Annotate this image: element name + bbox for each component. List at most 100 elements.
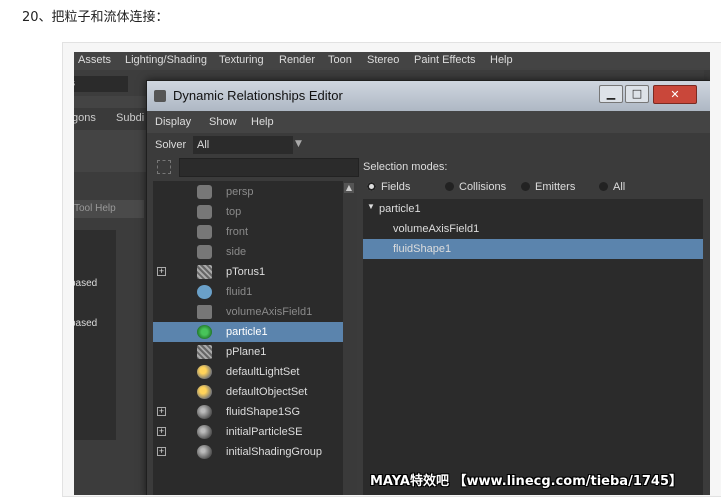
maya-menubar: Assets Lighting/Shading Texturing Render…: [74, 52, 710, 70]
menu-help[interactable]: Help: [490, 54, 513, 66]
menu-render[interactable]: Render: [279, 54, 315, 66]
shelf-tab-subdiv[interactable]: Subdi: [116, 112, 144, 124]
tool-list: based based: [74, 230, 116, 440]
outliner-row[interactable]: particle1: [153, 322, 343, 342]
minimize-button[interactable]: ▁: [599, 85, 623, 103]
outliner-row[interactable]: + initialParticleSE: [153, 422, 343, 442]
outliner-label: particle1: [226, 326, 268, 338]
expand-icon[interactable]: +: [157, 427, 166, 436]
maximize-button[interactable]: □: [625, 85, 649, 103]
expand-icon[interactable]: +: [157, 407, 166, 416]
shading-group-icon: [197, 405, 212, 419]
radio-icon[interactable]: [445, 182, 454, 191]
editor-title: Dynamic Relationships Editor: [173, 88, 343, 103]
menu-assets[interactable]: Assets: [78, 54, 111, 66]
outliner-label: defaultObjectSet: [226, 386, 308, 398]
chevron-down-icon[interactable]: ▼: [295, 139, 302, 149]
list-item: based: [74, 278, 98, 289]
scroll-up-icon[interactable]: ▲: [344, 183, 354, 193]
article-heading: 20、把粒子和流体连接：: [22, 10, 169, 25]
mode-radio-collisions[interactable]: Collisions: [445, 181, 506, 193]
mesh-icon: [197, 265, 212, 279]
shelf-tab-polygons[interactable]: gons: [74, 112, 96, 124]
filter-icon[interactable]: [157, 160, 171, 174]
menu-lighting-shading[interactable]: Lighting/Shading: [125, 54, 207, 66]
shading-group-icon: [197, 425, 212, 439]
solver-label: Solver: [155, 139, 187, 151]
camera-icon: [197, 185, 212, 199]
outliner-row[interactable]: + pTorus1: [153, 262, 343, 282]
outliner-label: pTorus1: [226, 266, 266, 278]
light-set-icon: [197, 365, 212, 379]
tree-child-row[interactable]: volumeAxisField1: [363, 219, 703, 239]
outliner-label: side: [226, 246, 247, 258]
outliner-label: defaultLightSet: [226, 366, 300, 378]
outliner-label: top: [226, 206, 242, 218]
menu-stereo[interactable]: Stereo: [367, 54, 399, 66]
menu-paint-effects[interactable]: Paint Effects: [414, 54, 476, 66]
outliner-row[interactable]: defaultObjectSet: [153, 382, 343, 402]
outliner-label: fluid1: [226, 286, 253, 298]
mode-radio-fields[interactable]: Fields: [367, 181, 410, 193]
maya-mode-field[interactable]: s: [74, 76, 128, 92]
light-set-icon: [197, 385, 212, 399]
outliner-row[interactable]: + fluidShape1SG: [153, 402, 343, 422]
outliner-row[interactable]: top: [153, 202, 343, 222]
tree-child-label: volumeAxisField1: [393, 223, 480, 235]
maya-shelf-tabs: gons Subdi: [74, 108, 154, 130]
radio-icon[interactable]: [521, 182, 530, 191]
selection-modes-label: Selection modes:: [363, 161, 448, 173]
outliner-row[interactable]: side: [153, 242, 343, 262]
outliner-label: front: [226, 226, 249, 238]
editor-titlebar[interactable]: Dynamic Relationships Editor ▁ □ ✕: [147, 81, 710, 111]
expand-icon[interactable]: +: [157, 447, 166, 456]
outliner-label: volumeAxisField1: [226, 306, 313, 318]
outliner-label: persp: [226, 186, 254, 198]
menu-help-editor[interactable]: Help: [251, 116, 274, 128]
camera-icon: [197, 205, 212, 219]
radio-icon[interactable]: [367, 182, 376, 191]
object-outliner: persp top front side + pTorus1 fluid1 volumeAxi…: [153, 181, 343, 495]
mode-radio-all[interactable]: All: [599, 181, 625, 193]
menu-display[interactable]: Display: [155, 116, 191, 128]
mode-label: Fields: [381, 181, 411, 193]
mesh-icon: [197, 345, 212, 359]
outliner-row[interactable]: defaultLightSet: [153, 362, 343, 382]
outliner-label: initialShadingGroup: [226, 446, 323, 458]
watermark: MAYA特效吧 【www.linecg.com/tieba/1745】: [370, 474, 683, 489]
close-button[interactable]: ✕: [653, 85, 697, 104]
tree-parent-row[interactable]: ▼ particle1: [363, 199, 703, 219]
menu-toon[interactable]: Toon: [328, 54, 352, 66]
tree-child-label: fluidShape1: [393, 243, 452, 255]
menu-texturing[interactable]: Texturing: [219, 54, 264, 66]
outliner-row[interactable]: pPlane1: [153, 342, 343, 362]
menu-show[interactable]: Show: [209, 116, 237, 128]
particle-icon: [197, 325, 212, 339]
maya-window-icon: [154, 90, 166, 102]
radio-icon[interactable]: [599, 182, 608, 191]
expand-icon[interactable]: +: [157, 267, 166, 276]
search-input[interactable]: [179, 158, 359, 177]
editor-menubar: Display Show Help: [147, 111, 710, 133]
fluid-icon: [197, 285, 212, 299]
tool-help-tab[interactable]: Tool Help: [74, 200, 144, 218]
outliner-label: pPlane1: [226, 346, 267, 358]
outliner-row[interactable]: persp: [153, 182, 343, 202]
tree-child-row[interactable]: fluidShape1: [363, 239, 703, 259]
camera-icon: [197, 245, 212, 259]
outliner-row[interactable]: + initialShadingGroup: [153, 442, 343, 462]
tree-parent-label: particle1: [379, 203, 421, 215]
outliner-row[interactable]: front: [153, 222, 343, 242]
mode-radio-emitters[interactable]: Emitters: [521, 181, 575, 193]
expand-arrow-icon[interactable]: ▼: [367, 202, 375, 211]
maya-screenshot: Assets Lighting/Shading Texturing Render…: [74, 52, 710, 495]
list-item: based: [74, 318, 98, 329]
field-icon: [197, 305, 212, 319]
mode-label: Collisions: [459, 181, 507, 193]
outliner-row[interactable]: fluid1: [153, 282, 343, 302]
mode-label: Emitters: [535, 181, 576, 193]
outliner-scrollbar[interactable]: ▲: [343, 181, 357, 495]
solver-dropdown[interactable]: All: [193, 136, 293, 154]
camera-icon: [197, 225, 212, 239]
outliner-row[interactable]: volumeAxisField1: [153, 302, 343, 322]
